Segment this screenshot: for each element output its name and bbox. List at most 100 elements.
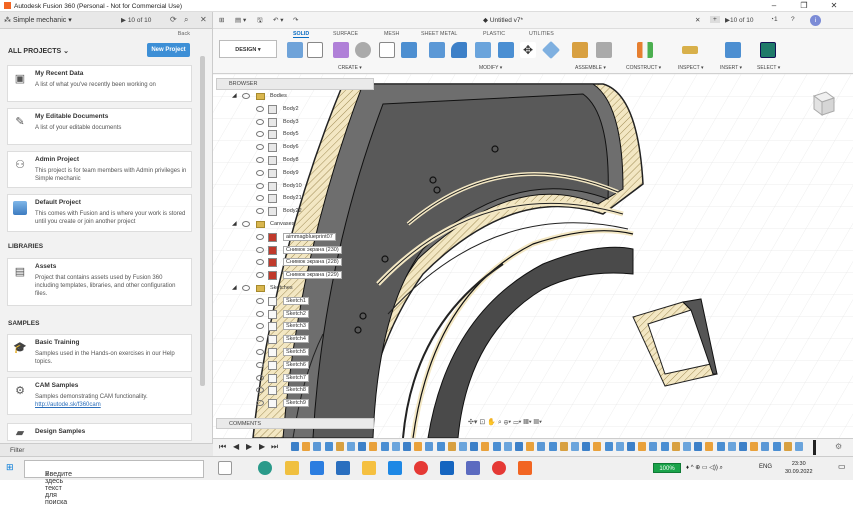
timeline-feature-icon[interactable] (481, 442, 490, 451)
timeline-marker[interactable] (813, 440, 816, 455)
visibility-eye-icon[interactable] (256, 387, 264, 394)
card-my-editable-documents[interactable]: ✎ My Editable Documents A list of your e… (7, 108, 192, 145)
visibility-eye-icon[interactable] (256, 169, 264, 176)
tab-sheet-metal[interactable]: SHEET METAL (421, 31, 457, 37)
search-icon[interactable]: ⌕ (184, 15, 188, 25)
timeline-feature-icon[interactable] (649, 442, 658, 451)
tree-item-body[interactable]: Body8 (256, 156, 356, 167)
folder-icon[interactable] (362, 461, 376, 475)
timeline-feature-icon[interactable] (705, 442, 714, 451)
redo-icon[interactable]: ↷ (293, 16, 298, 24)
fusion-taskbar-icon[interactable] (518, 461, 532, 475)
all-projects-header[interactable]: ALL PROJECTS ⌄ (8, 47, 69, 55)
visibility-eye-icon[interactable] (256, 105, 264, 112)
visibility-eye-icon[interactable] (256, 310, 264, 317)
visibility-eye-icon[interactable] (242, 221, 250, 227)
back-link[interactable]: Back (178, 31, 190, 37)
modify-group[interactable]: MODIFY ▾ (479, 65, 502, 71)
tree-item-body[interactable]: Body9 (256, 168, 356, 180)
undo-icon[interactable]: ↶ ▾ (273, 16, 284, 24)
file-menu-icon[interactable]: ▤ ▾ (235, 16, 246, 24)
cam-samples-link[interactable]: http://autode.sk/f360cam (35, 402, 101, 408)
tree-folder-bodies[interactable]: ◢ Bodies (232, 92, 352, 103)
save-icon[interactable]: 🖫 (257, 16, 263, 27)
windows-start-icon[interactable]: ⊞ (6, 462, 14, 473)
tab-solid[interactable]: SOLID (293, 31, 310, 38)
timeline-feature-icon[interactable] (750, 442, 759, 451)
zoom-icon[interactable]: ⌕ (498, 419, 502, 426)
orbit-icon[interactable]: ✣▾ (468, 419, 477, 426)
card-cam-samples[interactable]: ⚙ CAM Samples Samples demonstrating CAM … (7, 377, 192, 415)
timeline-feature-icon[interactable] (795, 442, 803, 451)
store-icon[interactable] (310, 461, 324, 475)
timeline-feature-icon[interactable] (716, 442, 725, 451)
tray-icons[interactable]: ♦ ^ ⊕ ▭ ◁)) ⌕ (686, 464, 723, 472)
timeline-feature-icon[interactable] (772, 442, 781, 451)
chamfer-icon[interactable] (475, 42, 491, 58)
chrome-2-icon[interactable] (492, 461, 506, 475)
tree-item-sketch[interactable]: Sketch5 (256, 348, 356, 359)
minimize-button[interactable]: – (763, 0, 785, 12)
step-forward-icon[interactable]: ▶ (259, 442, 265, 451)
extrude-icon[interactable] (355, 42, 371, 58)
visibility-eye-icon[interactable] (256, 336, 264, 343)
timeline-feature-icon[interactable] (358, 442, 367, 451)
tree-item-sketch[interactable]: Sketch7 (256, 373, 356, 385)
timeline-features[interactable] (291, 440, 816, 455)
clock[interactable]: 23:30 30.09.2022 (785, 460, 813, 476)
construct-group[interactable]: CONSTRUCT ▾ (626, 65, 661, 71)
timeline-feature-icon[interactable] (492, 442, 501, 451)
select-icon[interactable] (760, 42, 776, 58)
timeline-feature-icon[interactable] (593, 442, 602, 451)
collapse-arrow-icon[interactable]: ◢ (232, 92, 237, 99)
notifications-icon[interactable]: ▭ (838, 462, 846, 471)
timeline-feature-icon[interactable] (447, 442, 456, 451)
workspace-switcher[interactable]: DESIGN ▾ (219, 40, 277, 58)
visibility-eye-icon[interactable] (256, 144, 264, 151)
timeline-feature-icon[interactable] (302, 442, 311, 451)
chrome-icon[interactable] (414, 461, 428, 475)
timeline-feature-icon[interactable] (571, 442, 579, 451)
visibility-eye-icon[interactable] (256, 374, 264, 381)
timeline-feature-icon[interactable] (627, 442, 635, 451)
tab-mesh[interactable]: MESH (384, 31, 399, 37)
card-default-project[interactable]: Default Project This comes with Fusion a… (7, 194, 192, 232)
timeline-feature-icon[interactable] (615, 442, 624, 451)
close-tab-icon[interactable]: ✕ (695, 16, 700, 24)
tree-item-body[interactable]: Body3 (256, 117, 356, 129)
align-icon[interactable] (541, 40, 561, 60)
new-tab-icon[interactable]: + (710, 16, 720, 23)
assemble-group[interactable]: ASSEMBLE ▾ (575, 65, 606, 71)
maximize-button[interactable]: ❐ (793, 0, 815, 12)
help-icon[interactable]: ? (791, 16, 795, 23)
new-project-button[interactable]: New Project (147, 43, 190, 57)
tree-item-sketch[interactable]: Sketch8 (256, 386, 356, 397)
sketch-plane-icon[interactable] (379, 42, 395, 58)
tree-item-canvas[interactable]: Снимок экрана (228) (256, 258, 356, 269)
timeline-feature-icon[interactable] (783, 442, 792, 451)
visibility-eye-icon[interactable] (256, 349, 264, 355)
collapse-arrow-icon[interactable]: ◢ (232, 284, 237, 291)
insert-image-icon[interactable] (725, 42, 741, 58)
look-at-icon[interactable]: ⊡ (479, 419, 485, 426)
comments-panel[interactable]: COMMENTS (216, 418, 374, 429)
job-count[interactable]: ▶ 10 of 10 (121, 16, 151, 24)
timeline-feature-icon[interactable] (727, 442, 736, 451)
visibility-eye-icon[interactable] (256, 259, 264, 266)
step-back-icon[interactable]: ◀ (233, 442, 239, 451)
grid-menu-icon[interactable]: ⊞ (219, 16, 224, 24)
inspect-group[interactable]: INSPECT ▾ (678, 65, 704, 71)
timeline-feature-icon[interactable] (459, 442, 467, 451)
timeline-feature-icon[interactable] (503, 442, 512, 451)
notifications[interactable]: ◔1 (770, 16, 778, 23)
visibility-eye-icon[interactable] (256, 361, 264, 368)
tree-folder-sketches[interactable]: ◢ Sketches (232, 284, 352, 295)
fit-icon[interactable]: ⊕▾ (504, 419, 512, 426)
tree-item-sketch[interactable]: Sketch2 (256, 309, 356, 321)
timeline-feature-icon[interactable] (369, 442, 378, 451)
go-to-start-icon[interactable]: ⏮ (219, 442, 226, 452)
filter-bar[interactable]: Filter (0, 443, 213, 456)
tree-item-sketch[interactable]: Sketch1 (256, 296, 356, 308)
visibility-eye-icon[interactable] (256, 400, 264, 407)
card-basic-training[interactable]: 🎓 Basic Training Samples used in the Han… (7, 334, 192, 372)
